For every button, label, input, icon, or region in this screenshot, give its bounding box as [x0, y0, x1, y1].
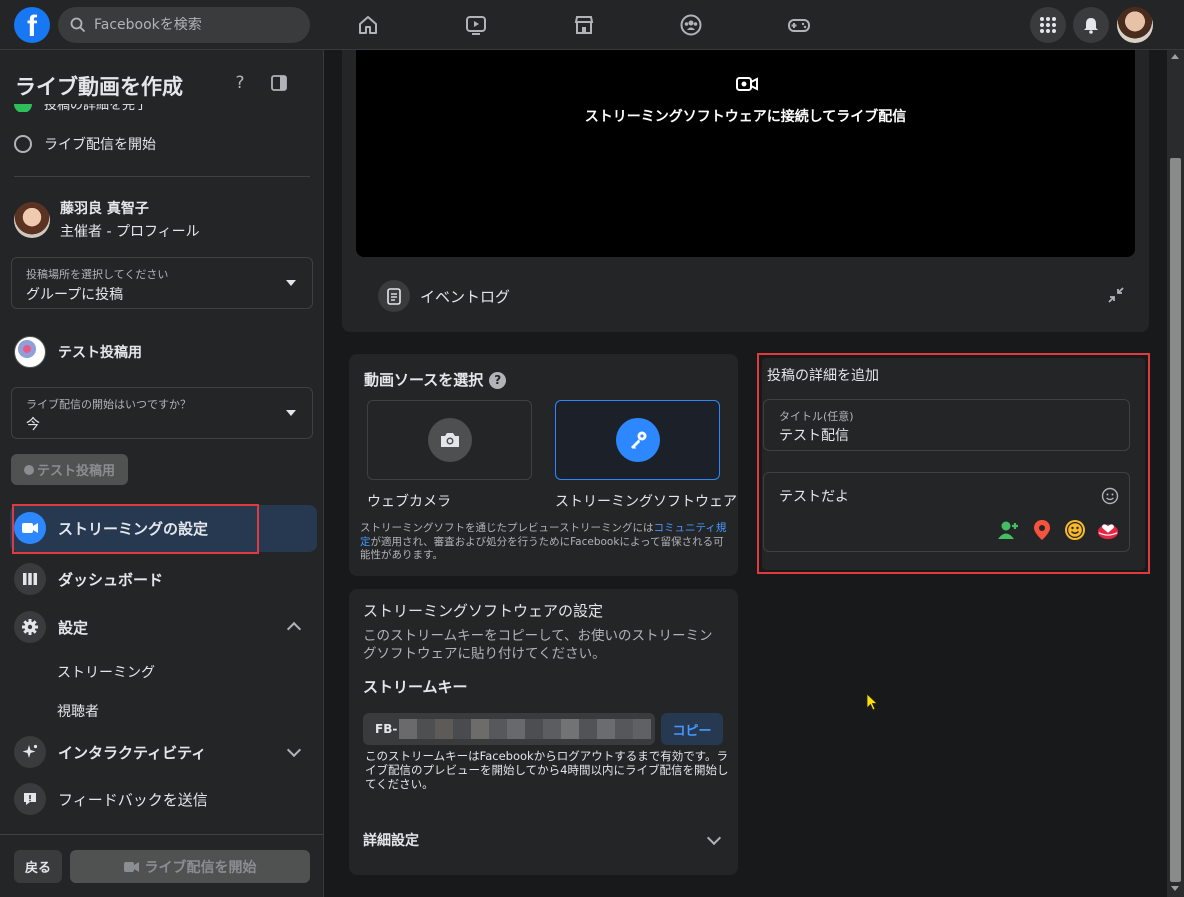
- scroll-thumb[interactable]: [1170, 158, 1181, 882]
- panel-toggle-icon[interactable]: [268, 72, 290, 94]
- copy-key-button[interactable]: コピー: [661, 713, 723, 745]
- sidebar: ライブ動画を作成 ? 投稿の詳細を完了 ライブ配信を開始 藤羽良 真智子 主催者…: [0, 50, 324, 897]
- menu-streaming-setup[interactable]: ストリーミングの設定: [14, 512, 208, 544]
- host-profile: 藤羽良 真智子 主催者 - プロフィール: [14, 198, 200, 241]
- collapse-icon[interactable]: [1107, 286, 1125, 304]
- completed-step: 投稿の詳細を完了: [14, 104, 310, 112]
- source-webcam-label: ウェブカメラ: [367, 494, 451, 510]
- gaming-icon[interactable]: [786, 12, 812, 38]
- chevron-down-icon[interactable]: [706, 830, 722, 846]
- menu-settings[interactable]: 設定: [14, 611, 88, 643]
- menu-interactivity[interactable]: インタラクティビティ: [14, 736, 206, 768]
- watch-icon[interactable]: [463, 12, 489, 38]
- menu-grid-icon[interactable]: [1030, 7, 1066, 43]
- home-icon[interactable]: [355, 12, 381, 38]
- clipboard-icon: [378, 280, 410, 312]
- software-settings-title: ストリーミングソフトウェアの設定: [363, 602, 604, 620]
- facebook-logo[interactable]: f: [14, 7, 50, 43]
- mouse-cursor-icon: [866, 693, 878, 711]
- stream-key-heading: ストリームキー: [363, 678, 468, 696]
- search-box[interactable]: [58, 7, 310, 43]
- post-details-highlight: [757, 353, 1150, 574]
- video-camera-icon: [14, 512, 46, 544]
- radio-icon: [14, 135, 32, 153]
- group-selector[interactable]: テスト投稿用: [14, 336, 142, 368]
- account-avatar[interactable]: [1117, 7, 1153, 43]
- go-live-button[interactable]: ライブ配信を開始: [70, 850, 310, 883]
- search-icon: [70, 17, 86, 33]
- source-streaming-software[interactable]: [555, 400, 720, 480]
- caret-down-icon: [286, 280, 296, 286]
- page-title: ライブ動画を作成: [15, 75, 183, 99]
- advanced-settings[interactable]: 詳細設定: [363, 830, 419, 850]
- camera-icon: [427, 418, 472, 462]
- source-software-label: ストリーミングソフトウェア: [555, 494, 737, 510]
- stream-key-field[interactable]: FB-: [363, 713, 655, 745]
- video-source-card: 動画ソースを選択? ウェブカメラ ストリーミングソフトウェア ストリーミングソフ…: [349, 354, 738, 576]
- settings-sub-streaming[interactable]: ストリーミング: [57, 662, 155, 682]
- globe-icon: [23, 464, 34, 475]
- sparkle-icon: [14, 736, 46, 768]
- caret-down-icon: [286, 410, 296, 416]
- divider: [14, 176, 310, 177]
- software-settings-card: ストリーミングソフトウェアの設定 このストリームキーをコピーして、お使いのストリ…: [349, 589, 738, 875]
- chevron-up-icon[interactable]: [286, 621, 302, 637]
- groups-icon[interactable]: [678, 12, 704, 38]
- bell-icon[interactable]: [1073, 7, 1109, 43]
- stream-key-note: このストリームキーはFacebookからログアウトするまで有効です。ライブ配信の…: [365, 749, 729, 791]
- menu-dashboard[interactable]: ダッシュボード: [14, 563, 163, 595]
- preview-card: ストリーミングソフトウェアに接続してライブ配信 イベントログ: [342, 50, 1149, 332]
- video-preview: ストリーミングソフトウェアに接続してライブ配信: [356, 50, 1135, 257]
- key-icon: [615, 418, 660, 462]
- post-location-select[interactable]: 投稿場所を選択してください グループに投稿: [11, 257, 313, 309]
- start-time-select[interactable]: ライブ配信の開始はいつですか？ 今: [11, 387, 313, 439]
- search-input[interactable]: [94, 17, 294, 33]
- event-log[interactable]: イベントログ: [378, 280, 510, 312]
- masked-key: [399, 719, 652, 739]
- gear-icon: [14, 611, 46, 643]
- source-note: ストリーミングソフトを通じたプレビューストリーミングにはコミュニティ規定が適用さ…: [360, 522, 727, 561]
- back-button[interactable]: 戻る: [14, 850, 62, 883]
- preview-message: ストリーミングソフトウェアに接続してライブ配信: [584, 109, 907, 125]
- stream-camera-icon: [736, 77, 758, 91]
- feedback-icon: [14, 783, 46, 815]
- top-bar: f: [0, 0, 1184, 50]
- settings-sub-viewers[interactable]: 視聴者: [57, 701, 99, 721]
- scroll-down-arrow[interactable]: [1171, 886, 1179, 891]
- dashboard-icon: [14, 563, 46, 595]
- host-name: 藤羽良 真智子: [60, 201, 149, 217]
- step-go-live: ライブ配信を開始: [14, 134, 156, 154]
- chevron-down-icon[interactable]: [286, 742, 302, 758]
- host-avatar: [14, 201, 50, 238]
- marketplace-icon[interactable]: [571, 12, 597, 38]
- check-icon: [14, 104, 32, 112]
- video-source-title: 動画ソースを選択?: [364, 369, 507, 390]
- software-settings-desc: このストリームキーをコピーして、お使いのストリーミングソフトウェアに貼り付けてく…: [363, 628, 713, 662]
- video-camera-icon: [123, 861, 139, 872]
- group-button[interactable]: テスト投稿用: [11, 454, 128, 485]
- footer-divider: [0, 834, 323, 835]
- host-role: 主催者 - プロフィール: [60, 224, 200, 240]
- help-icon[interactable]: ?: [229, 72, 251, 94]
- menu-feedback[interactable]: フィードバックを送信: [14, 783, 208, 815]
- scroll-up-arrow[interactable]: [1171, 54, 1179, 59]
- group-avatar: [14, 336, 46, 368]
- source-webcam[interactable]: [367, 400, 532, 480]
- help-icon[interactable]: ?: [489, 372, 507, 389]
